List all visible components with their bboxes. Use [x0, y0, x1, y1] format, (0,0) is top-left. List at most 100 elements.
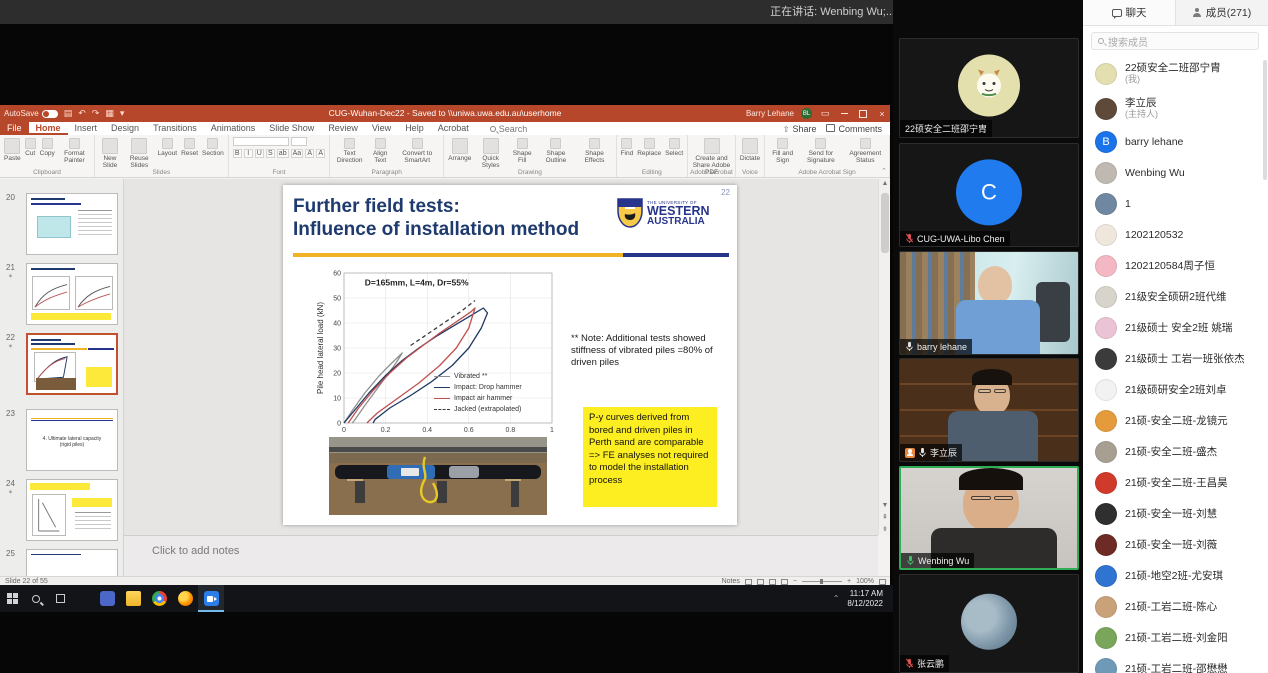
find-button[interactable]: Find [621, 137, 634, 157]
scrollbar-thumb[interactable] [881, 193, 889, 253]
video-tile[interactable]: barry lehane [899, 251, 1079, 355]
slide-thumbnail-21[interactable] [26, 263, 118, 325]
ribbon-search[interactable]: Search [490, 124, 528, 134]
taskbar-search-button[interactable] [24, 585, 48, 612]
taskbar-app-file-explorer[interactable] [120, 585, 146, 612]
account-avatar[interactable]: BL [801, 108, 812, 119]
comments-button[interactable]: Comments [826, 124, 882, 134]
slide-sorter-icon[interactable] [757, 579, 764, 585]
ribbon-tab-acrobat[interactable]: Acrobat [431, 122, 476, 135]
next-slide-icon[interactable]: ⇟ [879, 525, 891, 533]
member-row[interactable]: 21硕-工岩二班-陈心 [1083, 591, 1268, 622]
taskbar-app-voov-meeting[interactable] [198, 585, 224, 612]
convert-to-smartart-button[interactable]: Convert to SmartArt [395, 137, 439, 164]
font-style-s[interactable]: S [266, 149, 275, 158]
zoom-level[interactable]: 100% [856, 578, 874, 585]
ribbon-tab-file[interactable]: File [0, 122, 29, 135]
previous-slide-icon[interactable]: ⇞ [879, 513, 891, 521]
member-row[interactable]: 21硕-工岩二班-邵懋懋 [1083, 653, 1268, 673]
text-direction-button[interactable]: Text Direction [334, 137, 365, 164]
copy-button[interactable]: Copy [40, 137, 55, 157]
slide-thumbnail-panel[interactable]: 2021✶22✶234. Ultimate lateral capacity(r… [0, 179, 124, 581]
member-row[interactable]: 李立辰(主持人) [1083, 91, 1268, 126]
member-row[interactable]: 21硕-安全二班-龙镜元 [1083, 405, 1268, 436]
tab-chat[interactable]: 聊天 [1083, 0, 1176, 25]
ribbon-tab-insert[interactable]: Insert [68, 122, 105, 135]
font-style-ab[interactable]: ab [277, 149, 289, 158]
slide-thumbnail-22[interactable] [26, 333, 118, 395]
close-button[interactable]: × [876, 108, 888, 120]
notes-toggle-button[interactable]: Notes [722, 578, 740, 585]
align-text-button[interactable]: Align Text [369, 137, 391, 164]
member-row[interactable]: 21硕-安全一班-刘薇 [1083, 529, 1268, 560]
member-row[interactable]: 21硕-安全一班-刘慧 [1083, 498, 1268, 529]
scroll-up-icon[interactable]: ▲ [879, 180, 891, 187]
member-row[interactable]: 21级硕士 安全2班 姚瑞 [1083, 312, 1268, 343]
share-button[interactable]: Share [783, 124, 817, 134]
member-row[interactable]: 21硕-安全二班-王昌昊 [1083, 467, 1268, 498]
task-view-button[interactable] [48, 585, 72, 612]
font-style-i[interactable]: I [244, 149, 253, 158]
taskbar-app-chrome[interactable] [146, 585, 172, 612]
minimize-button[interactable] [838, 108, 850, 120]
member-row[interactable]: 1202120532 [1083, 219, 1268, 250]
section-button[interactable]: Section [202, 137, 224, 157]
ribbon-tab-view[interactable]: View [365, 122, 398, 135]
paste-button[interactable]: Paste [4, 137, 21, 162]
ribbon-tab-transitions[interactable]: Transitions [146, 122, 204, 135]
tab-members[interactable]: 成员(271) [1176, 0, 1268, 25]
shape-fill-button[interactable]: Shape Fill [510, 137, 535, 164]
member-row[interactable]: 1 [1083, 188, 1268, 219]
quick-styles-button[interactable]: Quick Styles [475, 137, 506, 169]
member-row[interactable]: 21硕-工岩二班-刘金阳 [1083, 622, 1268, 653]
reset-button[interactable]: Reset [181, 137, 198, 157]
shape-outline-button[interactable]: Shape Outline [538, 137, 573, 164]
member-row[interactable]: 21硕-地空2班-尤安琪 [1083, 560, 1268, 591]
member-row[interactable]: 21硕-安全二班-盛杰 [1083, 436, 1268, 467]
member-search-input[interactable]: 搜索成员 [1091, 32, 1259, 50]
font-style-aa[interactable]: Aa [291, 149, 304, 158]
slide-thumbnail-20[interactable] [26, 193, 118, 255]
zoom-out-icon[interactable]: − [793, 578, 797, 585]
font-name-box[interactable] [233, 137, 289, 146]
font-style-a[interactable]: A [316, 149, 325, 158]
notes-pane[interactable]: Click to add notes [124, 535, 878, 576]
zoom-in-icon[interactable]: + [847, 578, 851, 585]
format-painter-button[interactable]: Format Painter [59, 137, 90, 164]
collapse-ribbon-icon[interactable]: ⌃ [881, 167, 887, 175]
reading-view-icon[interactable] [769, 579, 776, 585]
member-row[interactable]: 21级安全硕研2班代维 [1083, 281, 1268, 312]
account-name[interactable]: Barry Lehane [746, 109, 794, 118]
normal-view-icon[interactable] [745, 579, 752, 585]
ribbon-display-icon[interactable]: ▭ [819, 108, 831, 120]
taskbar-app-firefox[interactable] [172, 585, 198, 612]
scroll-down-icon[interactable]: ▼ [879, 502, 891, 509]
member-row[interactable]: 21级硕研安全2班刘卓 [1083, 374, 1268, 405]
font-style-u[interactable]: U [255, 149, 264, 158]
font-size-box[interactable] [291, 137, 307, 146]
maximize-button[interactable] [857, 108, 869, 120]
video-tile[interactable]: 张云鹏 [899, 574, 1079, 673]
ribbon-tab-design[interactable]: Design [104, 122, 146, 135]
ribbon-tab-slide-show[interactable]: Slide Show [262, 122, 321, 135]
member-row[interactable]: 22硕安全二班邵宁胄(我) [1083, 56, 1268, 91]
video-tile-active-speaker[interactable]: Wenbing Wu [899, 466, 1079, 570]
send-for-signature-button[interactable]: Send for Signature [800, 137, 841, 164]
fit-slide-icon[interactable] [879, 579, 886, 585]
member-list-scrollbar[interactable] [1263, 60, 1267, 180]
agreement-status-button[interactable]: Agreement Status [845, 137, 885, 164]
tray-expand-icon[interactable]: ⌃ [833, 594, 840, 603]
replace-button[interactable]: Replace [637, 137, 661, 157]
font-style-b[interactable]: B [233, 149, 242, 158]
font-style-a[interactable]: A [305, 149, 314, 158]
video-tile[interactable]: 22硕安全二班邵宁胄 [899, 38, 1079, 138]
new-slide-button[interactable]: New Slide [99, 137, 121, 169]
vertical-scrollbar[interactable]: ▲ ▼ ⇞ ⇟ [878, 179, 890, 535]
cut-button[interactable]: Cut [25, 137, 36, 157]
slide-canvas[interactable]: 22 Further field tests: Influence of ins… [283, 185, 737, 525]
member-list[interactable]: 22硕安全二班邵宁胄(我)李立辰(主持人)Bbarry lehaneWenbin… [1083, 56, 1268, 673]
ribbon-tab-animations[interactable]: Animations [204, 122, 263, 135]
taskbar-clock[interactable]: 11:17 AM 8/12/2022 [847, 589, 883, 609]
slideshow-icon[interactable] [781, 579, 788, 585]
layout-button[interactable]: Layout [158, 137, 178, 157]
